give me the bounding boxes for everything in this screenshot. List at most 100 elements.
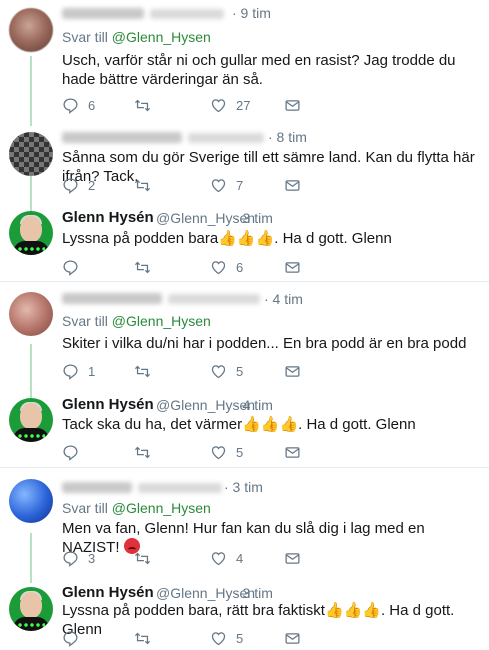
retweet-button[interactable]	[134, 257, 160, 277]
reply-icon	[63, 177, 78, 194]
reply-to: Svar till @Glenn_Hysen	[62, 29, 211, 45]
blurred-username	[62, 8, 144, 19]
message-button[interactable]	[284, 361, 301, 381]
reply-button[interactable]: 6	[62, 95, 95, 115]
message-button[interactable]	[284, 175, 301, 195]
avatar[interactable]	[9, 479, 53, 523]
like-button[interactable]: 6	[210, 257, 243, 277]
tweet[interactable]: · 3 tim Svar till @Glenn_Hysen Men va fa…	[0, 468, 489, 578]
blurred-handle	[150, 9, 224, 19]
tweet-time[interactable]: · 3 tim	[224, 479, 263, 495]
thumbs-up-emoji: 👍👍👍	[324, 602, 381, 619]
reply-icon	[63, 630, 78, 647]
reply-count: 2	[88, 177, 96, 193]
reply-to-handle[interactable]: @Glenn_Hysen	[112, 29, 211, 45]
reply-button[interactable]: 1	[62, 361, 95, 381]
reply-to-prefix: Svar till	[62, 500, 112, 516]
reply-to-prefix: Svar till	[62, 313, 112, 329]
blurred-handle	[188, 133, 264, 143]
message-icon	[285, 261, 300, 273]
retweet-icon	[134, 365, 151, 377]
tweet-time[interactable]: · 3 tim	[234, 210, 273, 226]
blurred-handle	[168, 294, 260, 304]
thumbs-up-emoji: 👍👍👍	[218, 230, 275, 247]
tweet-actions: 1 5	[62, 361, 482, 381]
tweet[interactable]: · 4 tim Svar till @Glenn_Hysen Skiter i …	[0, 282, 489, 389]
message-icon	[285, 632, 300, 644]
like-icon	[211, 98, 226, 112]
avatar[interactable]	[9, 8, 53, 52]
tweet[interactable]: · 8 tim Sånna som du gör Sverige till et…	[0, 126, 489, 202]
message-button[interactable]	[284, 95, 301, 115]
like-button[interactable]: 5	[210, 628, 243, 648]
message-icon	[285, 99, 300, 111]
avatar[interactable]	[9, 587, 53, 631]
reply-to-handle[interactable]: @Glenn_Hysen	[112, 500, 211, 516]
like-button[interactable]: 4	[210, 548, 243, 568]
author-name[interactable]: Glenn Hysén	[62, 396, 154, 413]
tweet[interactable]: · 9 tim Svar till @Glenn_Hysen Usch, var…	[0, 0, 489, 126]
avatar[interactable]	[9, 211, 53, 255]
like-count: 27	[236, 97, 251, 113]
reply-count: 1	[88, 363, 96, 379]
reply-button[interactable]	[62, 628, 88, 648]
reply-to-handle[interactable]: @Glenn_Hysen	[112, 313, 211, 329]
message-button[interactable]	[284, 548, 301, 568]
reply-button[interactable]	[62, 442, 88, 462]
like-icon	[211, 260, 226, 274]
avatar[interactable]	[9, 398, 53, 442]
tweet-actions: 5	[62, 628, 482, 648]
like-button[interactable]: 5	[210, 442, 243, 462]
like-count: 5	[236, 630, 244, 646]
retweet-button[interactable]	[134, 628, 160, 648]
like-button[interactable]: 27	[210, 95, 250, 115]
retweet-button[interactable]	[134, 361, 160, 381]
tweet-time[interactable]: · 4 tim	[234, 397, 273, 413]
tweet-text: Skiter i vilka du/ni har i podden... En …	[62, 335, 467, 352]
tweet-text-main: Lyssna på podden bara, rätt bra faktiskt	[62, 602, 325, 619]
reply-icon	[63, 259, 78, 276]
avatar[interactable]	[9, 132, 53, 176]
reply-icon	[63, 550, 78, 567]
thumbs-up-emoji: 👍👍👍	[242, 416, 299, 433]
like-icon	[211, 551, 226, 565]
tweet[interactable]: Glenn Hysén @Glenn_Hysen · 3 tim Lyssna …	[0, 204, 489, 281]
retweet-button[interactable]	[134, 442, 160, 462]
author-name[interactable]: Glenn Hysén	[62, 584, 154, 601]
like-button[interactable]: 5	[210, 361, 243, 381]
retweet-icon	[134, 446, 151, 458]
reply-button[interactable]: 2	[62, 175, 95, 195]
blurred-username	[62, 482, 132, 493]
tweet-text-main: Tack ska du ha, det värmer	[62, 416, 243, 433]
tweet[interactable]: Glenn Hysén @Glenn_Hysen · 3 tim Lyssna …	[0, 580, 489, 650]
tweet-text: Tack ska du ha, det värmer👍👍👍. Ha d gott…	[62, 415, 482, 434]
retweet-icon	[134, 179, 151, 191]
tweet[interactable]: Glenn Hysén @Glenn_Hysen · 4 tim Tack sk…	[0, 391, 489, 467]
reply-count: 6	[88, 97, 96, 113]
reply-button[interactable]: 3	[62, 548, 95, 568]
tweet-actions: 2 7	[62, 175, 482, 195]
reply-to: Svar till @Glenn_Hysen	[62, 313, 211, 329]
tweet-time[interactable]: · 3 tim	[234, 585, 273, 601]
author-name[interactable]: Glenn Hysén	[62, 209, 154, 226]
like-count: 7	[236, 177, 244, 193]
retweet-button[interactable]	[134, 548, 160, 568]
retweet-button[interactable]	[134, 95, 160, 115]
avatar[interactable]	[9, 292, 53, 336]
tweet-time[interactable]: · 9 tim	[232, 5, 271, 21]
like-button[interactable]: 7	[210, 175, 243, 195]
tweet-time[interactable]: · 4 tim	[264, 291, 303, 307]
like-count: 4	[236, 550, 244, 566]
message-button[interactable]	[284, 442, 301, 462]
retweet-button[interactable]	[134, 175, 160, 195]
blurred-username	[62, 132, 182, 143]
like-count: 6	[236, 259, 244, 275]
message-button[interactable]	[284, 257, 301, 277]
blurred-username	[62, 293, 162, 304]
message-icon	[285, 365, 300, 377]
message-button[interactable]	[284, 628, 301, 648]
reply-button[interactable]	[62, 257, 88, 277]
tweet-time[interactable]: · 8 tim	[268, 129, 307, 145]
reply-icon	[63, 363, 78, 380]
like-icon	[211, 178, 226, 192]
